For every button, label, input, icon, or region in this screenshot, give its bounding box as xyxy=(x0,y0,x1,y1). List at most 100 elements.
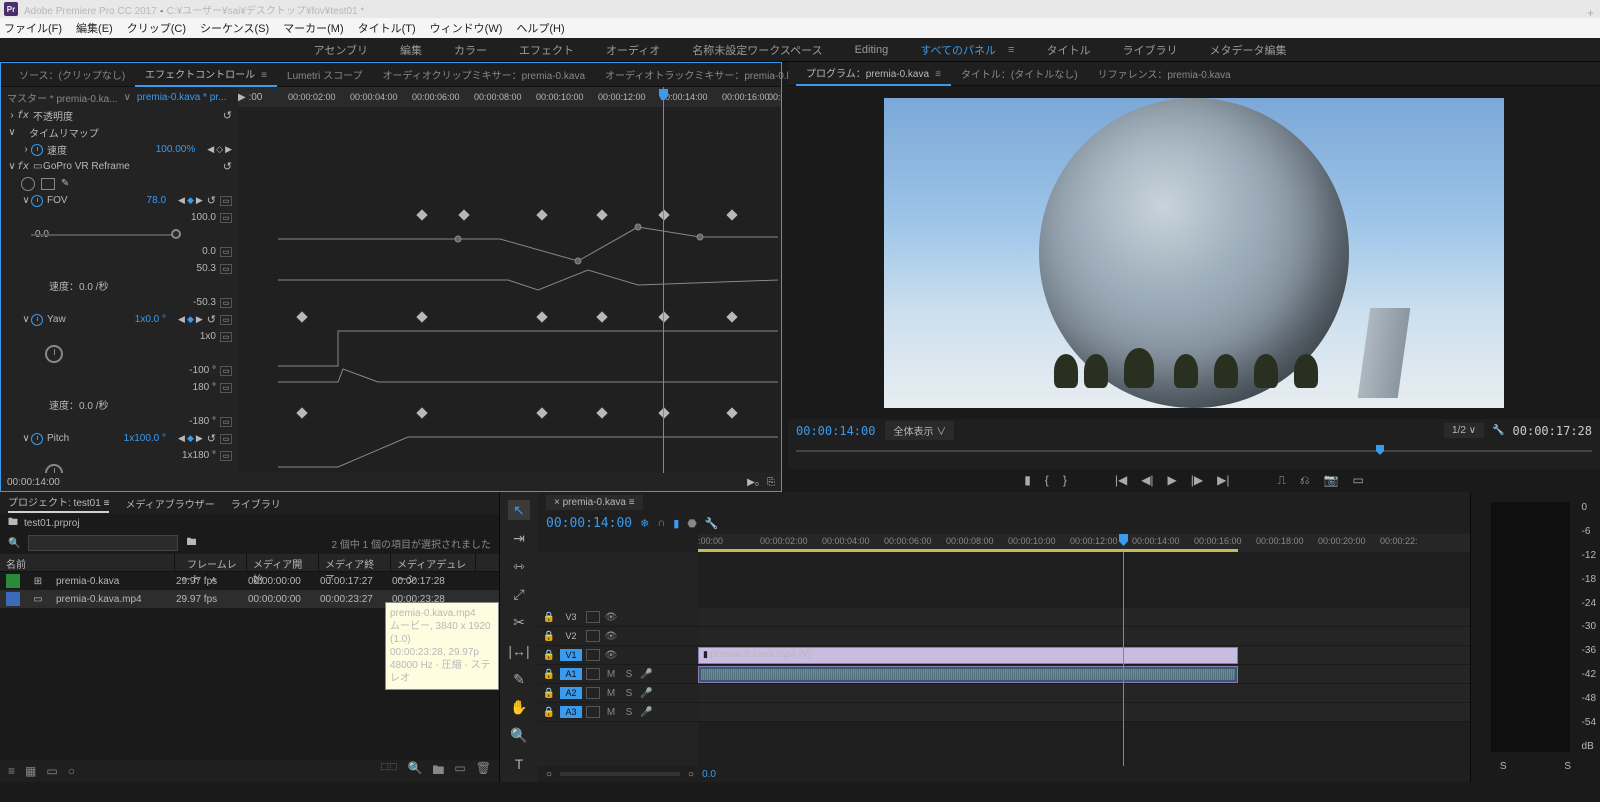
hand-tool-icon[interactable]: ✋ xyxy=(508,697,530,717)
prop-speed[interactable]: 速度 xyxy=(47,142,67,157)
stopwatch-icon[interactable] xyxy=(31,144,43,156)
sync-lock-icon[interactable] xyxy=(586,611,600,623)
sequence-clip-link[interactable]: premia-0.kava * pr... xyxy=(137,92,226,103)
menu-sequence[interactable]: シーケンス(S) xyxy=(200,20,269,36)
mask-pen-icon[interactable]: ✎ xyxy=(61,178,69,189)
workspace-assembly[interactable]: アセンブリ xyxy=(314,42,368,58)
pitch-value[interactable]: 1x100.0 ° xyxy=(124,433,166,444)
pen-tool-icon[interactable]: ✎ xyxy=(508,669,530,689)
tab-program[interactable]: プログラム：premia-0.kava≡ xyxy=(796,61,951,86)
go-to-out-icon[interactable]: ▶| xyxy=(1217,473,1229,488)
prop-opacity[interactable]: 不透明度 xyxy=(33,108,73,123)
track-target[interactable]: A2 xyxy=(560,687,582,699)
workspace-audio[interactable]: オーディオ xyxy=(606,42,660,58)
voiceover-icon[interactable]: 🎤 xyxy=(640,688,652,699)
stopwatch-icon[interactable] xyxy=(31,433,43,445)
prop-gopro-reframe[interactable]: GoPro VR Reframe xyxy=(43,161,130,172)
tab-lumetri-scopes[interactable]: Lumetri スコープ xyxy=(277,63,373,86)
track-target[interactable]: V2 xyxy=(560,630,582,642)
new-item-icon[interactable]: ▭ xyxy=(454,761,465,782)
tab-source[interactable]: ソース：(クリップなし) xyxy=(9,63,135,86)
eye-icon[interactable]: 👁 xyxy=(604,650,618,661)
workspace-libraries[interactable]: ライブラリ xyxy=(1122,42,1177,58)
track-target[interactable]: V3 xyxy=(560,611,582,623)
wrench-icon[interactable]: 🔧 xyxy=(1492,425,1504,436)
workspace-color[interactable]: カラー xyxy=(454,42,487,58)
mark-out-icon[interactable]: } xyxy=(1063,473,1067,488)
workspace-editing-jp[interactable]: 編集 xyxy=(400,42,422,58)
menu-clip[interactable]: クリップ(C) xyxy=(127,20,186,36)
effect-current-tc[interactable]: 00:00:14:00 xyxy=(7,477,60,488)
timeline-tracks[interactable]: ▮ premia-0.kava.mp4 [V] xyxy=(698,552,1470,766)
project-column-headers[interactable]: 名前 フレームレート ˄ メディア開始 メディア終了 メディアデュレーシ xyxy=(0,554,499,572)
comparison-icon[interactable]: ▭ xyxy=(1352,473,1363,488)
track-target[interactable]: A1 xyxy=(560,668,582,680)
button-editor-icon[interactable]: + xyxy=(1587,6,1594,20)
effect-time-ruler[interactable]: ▶ :00 00:00:02:00 00:00:04:00 00:00:06:0… xyxy=(238,87,781,107)
timeline-zoom-slider[interactable] xyxy=(560,772,680,776)
menu-help[interactable]: ヘルプ(H) xyxy=(516,20,564,36)
stopwatch-icon[interactable] xyxy=(31,195,43,207)
snap-icon[interactable]: ❄ xyxy=(640,517,649,530)
marker-icon[interactable]: ▮ xyxy=(673,517,679,530)
fov-slider[interactable] xyxy=(171,229,181,239)
add-marker-icon[interactable]: ▮ xyxy=(1024,473,1031,488)
lift-icon[interactable]: ⎍ xyxy=(1278,473,1286,488)
tab-effect-controls[interactable]: エフェクトコントロール≡ xyxy=(135,62,277,87)
icon-view-icon[interactable]: ▦ xyxy=(25,764,36,778)
linked-selection-icon[interactable]: ∩ xyxy=(657,517,665,530)
list-view-icon[interactable]: ≡ xyxy=(8,764,15,778)
prop-time-remap[interactable]: タイムリマップ xyxy=(29,125,99,140)
zoom-slider[interactable]: ○ xyxy=(68,764,75,778)
tab-project[interactable]: プロジェクト: test01 ≡ xyxy=(8,494,109,513)
prop-pitch[interactable]: Pitch xyxy=(47,433,69,444)
stopwatch-icon[interactable] xyxy=(31,314,43,326)
audio-clip[interactable] xyxy=(698,666,1238,683)
step-forward-icon[interactable]: |▶ xyxy=(1191,473,1203,488)
video-clip[interactable]: ▮ premia-0.kava.mp4 [V] xyxy=(698,647,1238,664)
program-current-tc[interactable]: 00:00:14:00 xyxy=(796,424,875,438)
track-target[interactable]: A3 xyxy=(560,706,582,718)
settings-icon[interactable]: ⬣ xyxy=(687,517,697,530)
sync-lock-icon[interactable] xyxy=(586,668,600,680)
sequence-tab[interactable]: × premia-0.kava ≡ xyxy=(546,495,643,510)
workspace-titles[interactable]: タイトル xyxy=(1046,42,1090,58)
type-tool-icon[interactable]: T xyxy=(508,754,530,774)
workspace-effects[interactable]: エフェクト xyxy=(519,42,574,58)
yaw-value[interactable]: 1x0.0 ° xyxy=(135,314,166,325)
lock-icon[interactable]: 🔒 xyxy=(542,612,556,623)
export-icon[interactable]: ⎘ xyxy=(767,477,775,488)
sync-lock-icon[interactable] xyxy=(586,687,600,699)
program-zoom-select[interactable]: 全体表示 ∨ xyxy=(885,421,954,440)
freeform-view-icon[interactable]: ▭ xyxy=(46,764,57,778)
tab-libraries[interactable]: ライブラリ xyxy=(231,496,281,511)
workspace-editing[interactable]: Editing xyxy=(855,44,889,56)
timeline-playhead[interactable] xyxy=(1123,552,1124,766)
filter-icon[interactable]: 🖿 xyxy=(186,535,196,552)
voiceover-icon[interactable]: 🎤 xyxy=(640,707,652,718)
eye-icon[interactable]: 👁 xyxy=(604,631,618,642)
razor-tool-icon[interactable]: ✂ xyxy=(508,613,530,633)
angle-control-icon[interactable] xyxy=(45,345,63,363)
track-select-tool-icon[interactable]: ⇥ xyxy=(508,528,530,548)
program-monitor[interactable] xyxy=(788,86,1600,419)
eye-icon[interactable]: 👁 xyxy=(604,612,618,623)
program-scrubber[interactable] xyxy=(796,442,1592,460)
project-item[interactable]: ⊞ premia-0.kava 29.97 fps 00:00:00:00 00… xyxy=(0,572,499,590)
lock-icon[interactable]: 🔒 xyxy=(542,707,556,718)
tab-reference[interactable]: リファレンス：premia-0.kava xyxy=(1088,62,1241,85)
menu-title[interactable]: タイトル(T) xyxy=(358,20,416,36)
menu-window[interactable]: ウィンドウ(W) xyxy=(430,20,503,36)
extract-icon[interactable]: ⎌ xyxy=(1300,473,1310,488)
mark-in-icon[interactable]: { xyxy=(1045,473,1049,488)
effect-playhead[interactable] xyxy=(663,87,664,473)
auto-match-icon[interactable]: ⬚⬚ xyxy=(380,761,397,782)
sync-lock-icon[interactable] xyxy=(586,706,600,718)
timeline-ruler[interactable]: :00:00 00:00:02:00 00:00:04:00 00:00:06:… xyxy=(698,534,1470,552)
zoom-tool-icon[interactable]: 🔍 xyxy=(508,726,530,746)
menu-edit[interactable]: 編集(E) xyxy=(76,20,113,36)
selection-tool-icon[interactable]: ↖ xyxy=(508,500,530,520)
menu-marker[interactable]: マーカー(M) xyxy=(283,20,344,36)
ripple-edit-tool-icon[interactable]: ⇿ xyxy=(508,556,530,576)
new-bin-icon[interactable]: 🖿 xyxy=(432,761,444,782)
